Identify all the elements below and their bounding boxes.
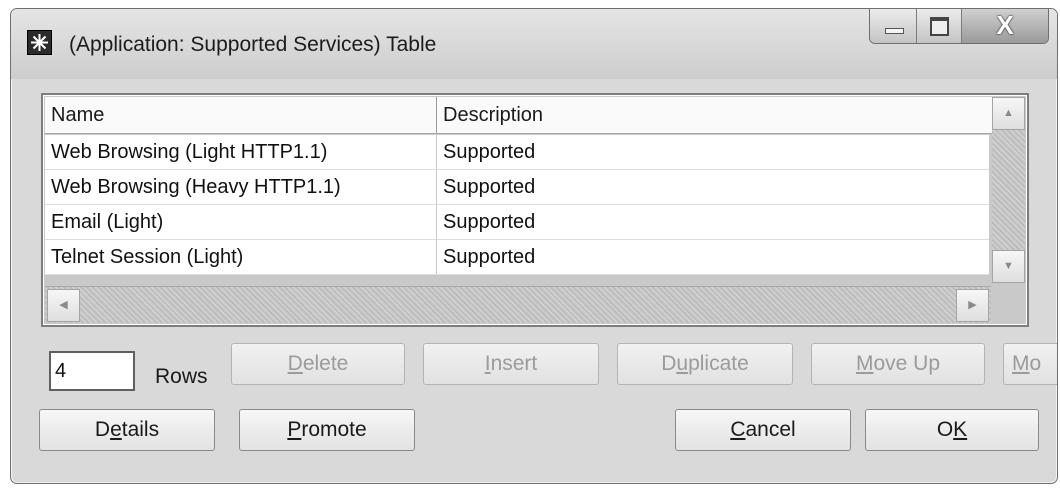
rows-label: Rows: [155, 365, 208, 388]
minimize-icon: [885, 28, 904, 34]
column-header-description[interactable]: Description: [437, 97, 1001, 133]
scroll-left-button[interactable]: ◀: [47, 289, 80, 322]
cancel-button[interactable]: Cancel: [675, 409, 851, 451]
cell-description[interactable]: Supported: [437, 205, 989, 239]
move-up-button[interactable]: Move Up: [811, 343, 985, 385]
horizontal-scrollbar[interactable]: ◀ ▶: [45, 286, 991, 323]
column-header-name[interactable]: Name: [45, 97, 437, 133]
scroll-left-icon: ◀: [59, 299, 68, 311]
scroll-up-button[interactable]: ▲: [992, 97, 1025, 130]
minimize-button[interactable]: [870, 9, 917, 43]
delete-button[interactable]: Delete: [231, 343, 405, 385]
maximize-button[interactable]: [917, 9, 962, 43]
scroll-up-icon: ▲: [1003, 107, 1014, 119]
close-icon: X: [996, 10, 1014, 40]
dialog-window: (Application: Supported Services) Table …: [10, 8, 1058, 484]
cell-name[interactable]: Telnet Session (Light): [45, 240, 437, 274]
cell-description[interactable]: Supported: [437, 135, 989, 169]
cell-description[interactable]: Supported: [437, 240, 989, 274]
scroll-down-icon: ▼: [1003, 260, 1014, 272]
app-icon: [27, 30, 52, 55]
cell-name[interactable]: Web Browsing (Light HTTP1.1): [45, 135, 437, 169]
close-button[interactable]: X: [962, 9, 1048, 43]
rows-count-input[interactable]: [49, 351, 135, 391]
window-controls: X: [869, 9, 1049, 44]
scroll-right-button[interactable]: ▶: [956, 289, 989, 322]
table-row[interactable]: Email (Light) Supported: [45, 205, 989, 240]
vertical-scrollbar[interactable]: ▲ ▼: [992, 97, 1025, 283]
ok-button[interactable]: OK: [865, 409, 1039, 451]
duplicate-button[interactable]: Du plicate: [617, 343, 793, 385]
insert-button[interactable]: Insert: [423, 343, 599, 385]
move-down-button[interactable]: Mo: [1003, 343, 1057, 385]
window-title: (Application: Supported Services) Table: [69, 33, 437, 56]
title-bar[interactable]: (Application: Supported Services) Table …: [11, 9, 1057, 79]
maximize-icon: [930, 17, 949, 36]
cell-name[interactable]: Web Browsing (Heavy HTTP1.1): [45, 170, 437, 204]
promote-button[interactable]: Promote: [239, 409, 415, 451]
table-row[interactable]: Telnet Session (Light) Supported: [45, 240, 989, 275]
scroll-down-button[interactable]: ▼: [992, 250, 1025, 283]
cell-name[interactable]: Email (Light): [45, 205, 437, 239]
details-button[interactable]: De tails: [39, 409, 215, 451]
scroll-right-icon: ▶: [968, 299, 977, 311]
table-row[interactable]: Web Browsing (Heavy HTTP1.1) Supported: [45, 170, 989, 205]
services-table: Name Description Web Browsing (Light HTT…: [41, 93, 1029, 327]
table-row[interactable]: Web Browsing (Light HTTP1.1) Supported: [45, 135, 989, 170]
table-header: Name Description: [45, 97, 1001, 134]
cell-description[interactable]: Supported: [437, 170, 989, 204]
